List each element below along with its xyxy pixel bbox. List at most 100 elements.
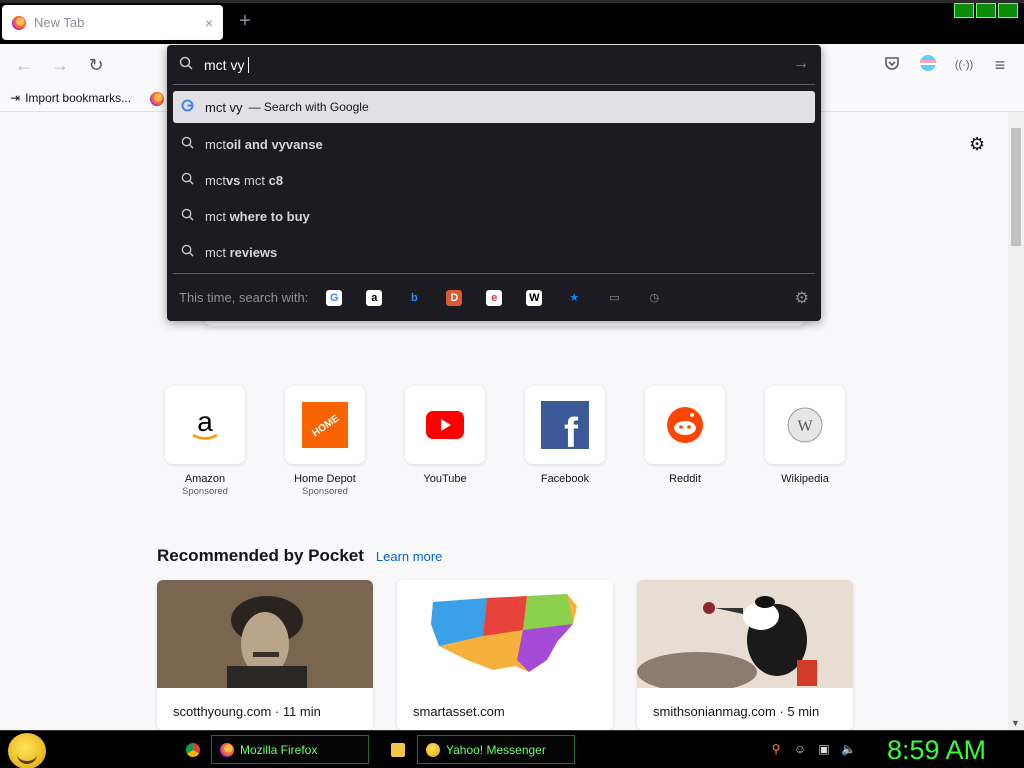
topsite-tile: f — [525, 386, 605, 464]
taskbar: Mozilla Firefox Yahoo! Messenger ⚲ ☺ ▣ 🔈… — [0, 730, 1024, 768]
suggestion-tail-plain: mct — [240, 172, 269, 188]
title-bar-line — [0, 0, 1024, 3]
topsite-tile — [405, 386, 485, 464]
card-image — [157, 580, 373, 688]
history-clock-icon[interactable]: ◷ — [646, 290, 662, 306]
search-icon — [181, 172, 205, 188]
bing-engine-icon[interactable]: b — [406, 290, 422, 306]
topsite-name: Home Depot — [294, 473, 356, 485]
pocket-learn-more-link[interactable]: Learn more — [376, 549, 442, 564]
taskbar-clock[interactable]: 8:59 AM — [887, 731, 986, 768]
minimize-button[interactable] — [954, 3, 974, 18]
wikipedia-engine-icon[interactable]: W — [526, 289, 543, 306]
suggestion-bold: where to buy — [229, 208, 310, 224]
suggestion-tail-bold: c8 — [268, 172, 284, 188]
folder-icon — [391, 742, 405, 757]
topsite-home-depot[interactable]: HOME Home Depot Sponsored — [285, 386, 365, 497]
urlbar-input-value: mct vy — [204, 56, 245, 73]
network-tray-icon[interactable]: ▣ — [817, 742, 831, 756]
home-depot-logo-icon: HOME — [302, 402, 348, 448]
desktop-screen: New Tab × + ← → ↻ ((·)) ≡ ⇥ Import bookm… — [0, 0, 1024, 768]
search-icon — [181, 244, 205, 260]
topsite-tile: a — [165, 386, 245, 464]
new-tab-button[interactable]: + — [234, 10, 256, 33]
reload-button[interactable]: ↻ — [85, 54, 107, 76]
vertical-scrollbar[interactable]: ▼ — [1008, 112, 1024, 730]
wikipedia-logo-icon: W — [787, 407, 823, 443]
firefox-favicon-icon — [12, 15, 26, 30]
search-icon — [179, 56, 199, 73]
extensions-button[interactable]: ((·)) — [953, 54, 975, 76]
svg-text:W: W — [797, 418, 813, 435]
suggestion-item[interactable]: mct oil and vy vanse — [173, 128, 815, 160]
divider — [173, 84, 815, 85]
suggestion-item[interactable]: mct vs mct c8 — [173, 164, 815, 196]
card-image — [637, 580, 853, 692]
import-bookmarks-button[interactable]: ⇥ Import bookmarks... — [10, 91, 131, 105]
topsite-reddit[interactable]: Reddit — [645, 386, 725, 485]
ebay-engine-icon[interactable]: e — [486, 289, 503, 306]
account-button[interactable] — [917, 54, 939, 76]
topsite-youtube[interactable]: YouTube — [405, 386, 485, 485]
back-button[interactable]: ← — [13, 54, 35, 76]
topsite-tile — [645, 386, 725, 464]
duckduckgo-engine-icon[interactable]: D — [446, 289, 463, 306]
topsite-tile: HOME — [285, 386, 365, 464]
topsite-facebook[interactable]: f Facebook — [525, 386, 605, 485]
tab-new-tab[interactable]: New Tab × — [2, 5, 223, 40]
google-engine-icon[interactable]: G — [326, 289, 343, 306]
amazon-engine-icon[interactable]: a — [366, 289, 383, 306]
reddit-logo-icon — [667, 407, 703, 443]
svg-text:f: f — [564, 409, 579, 449]
taskbar-firefox[interactable]: Mozilla Firefox — [211, 735, 369, 764]
topsite-name: YouTube — [423, 473, 467, 485]
maximize-button[interactable] — [976, 3, 996, 18]
bookmarks-star-icon[interactable]: ★ — [566, 290, 582, 306]
scrollbar-thumb[interactable] — [1011, 128, 1021, 246]
search-settings-gear-icon[interactable]: ⚙ — [795, 288, 809, 308]
app-menu-button[interactable]: ≡ — [989, 54, 1011, 76]
text-caret — [248, 56, 250, 73]
forward-button[interactable]: → — [49, 54, 71, 76]
scroll-down-arrow-icon[interactable]: ▼ — [1011, 718, 1020, 728]
extension-icon: ((·)) — [954, 59, 974, 71]
customize-gear-icon[interactable]: ⚙ — [969, 134, 985, 155]
topsite-amazon[interactable]: a Amazon Sponsored — [165, 386, 245, 497]
suggestion-tail-bold: vanse — [285, 136, 323, 152]
import-icon: ⇥ — [10, 91, 21, 105]
search-icon — [181, 208, 205, 224]
suggestion-bold: oil and vy — [225, 136, 286, 152]
suggestion-search-google[interactable]: mct vy — Search with Google — [173, 91, 815, 123]
taskbar-folder[interactable] — [383, 735, 411, 764]
firefox-bookmark-icon[interactable] — [150, 92, 164, 106]
close-window-button[interactable] — [998, 3, 1018, 18]
svg-text:a: a — [197, 406, 213, 437]
volume-tray-icon[interactable]: 🔈 — [841, 742, 856, 756]
suggestion-term: mct vy — [205, 99, 243, 115]
chat-tray-icon[interactable]: ☺ — [793, 742, 807, 756]
tabs-icon[interactable]: ▭ — [606, 290, 622, 306]
pocket-card[interactable]: smithsonianmag.com · 5 min — [637, 580, 853, 730]
yahoo-smiley-icon — [426, 742, 440, 757]
taskbar-yahoo-messenger[interactable]: Yahoo! Messenger — [417, 735, 575, 764]
hamburger-menu-icon: ≡ — [994, 55, 1006, 75]
start-smiley-icon[interactable] — [8, 733, 46, 768]
search-icon — [181, 136, 205, 152]
pocket-button[interactable] — [881, 54, 903, 76]
card-image — [397, 580, 613, 688]
suggestion-item[interactable]: mct where to buy — [173, 200, 815, 232]
suggestion-item[interactable]: mct reviews — [173, 236, 815, 268]
pocket-card[interactable]: smartasset.com — [397, 580, 613, 730]
card-source: scotthyoung.com · 11 min — [173, 704, 321, 719]
suggestion-engine-label: — Search with Google — [248, 100, 369, 114]
topsite-wikipedia[interactable]: W Wikipedia — [765, 386, 845, 485]
taskbar-chrome[interactable] — [178, 735, 206, 764]
amazon-logo-icon: a — [192, 406, 218, 440]
search-tray-icon[interactable]: ⚲ — [769, 742, 783, 756]
tab-close-icon[interactable]: × — [205, 15, 213, 31]
go-arrow-icon[interactable]: → — [793, 55, 809, 73]
urlbar-input[interactable]: mct vy → — [167, 45, 821, 84]
youtube-logo-icon — [426, 411, 464, 439]
pocket-card[interactable]: scotthyoung.com · 11 min — [157, 580, 373, 730]
topsite-name: Wikipedia — [781, 473, 829, 485]
